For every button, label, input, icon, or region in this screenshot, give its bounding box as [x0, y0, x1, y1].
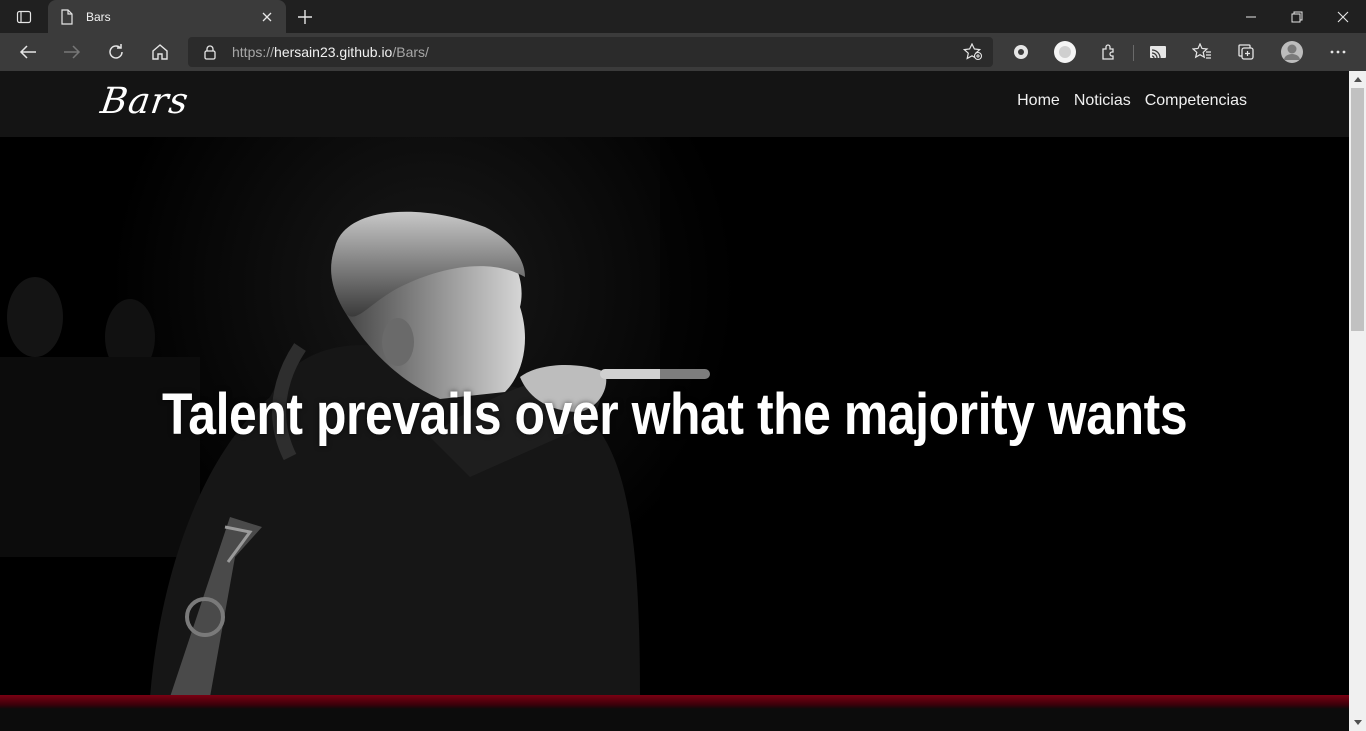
site-logo[interactable]: Bars: [98, 81, 191, 122]
favorites-icon[interactable]: [1187, 38, 1217, 66]
tab-actions-icon[interactable]: [10, 6, 38, 28]
home-icon[interactable]: [145, 38, 175, 66]
browser-tab-bar: Bars: [0, 0, 1366, 33]
add-favorite-icon[interactable]: [963, 43, 983, 61]
extension-icon[interactable]: [1006, 38, 1036, 66]
hero-section: Talent prevails over what the majority w…: [0, 137, 1349, 697]
browser-toolbar: https://hersain23.github.io/Bars/: [0, 33, 1366, 71]
profile-extension-icon[interactable]: [1050, 38, 1080, 66]
tab-title: Bars: [86, 9, 111, 24]
forward-icon[interactable]: [57, 38, 87, 66]
minimize-icon[interactable]: [1228, 0, 1274, 33]
nav-link-noticias[interactable]: Noticias: [1074, 92, 1131, 110]
site-nav: Home Noticias Competencias: [1017, 92, 1247, 110]
window-controls: [1228, 0, 1366, 33]
site-navbar: Bars Home Noticias Competencias: [0, 71, 1349, 137]
hero-divider-band: [0, 695, 1349, 709]
browser-tab[interactable]: Bars: [48, 0, 286, 33]
new-tab-icon[interactable]: [292, 4, 318, 30]
page-scrollbar[interactable]: [1349, 71, 1366, 731]
page-viewport: Bars Home Noticias Competencias Talent p…: [0, 71, 1349, 731]
collections-icon[interactable]: [1231, 38, 1261, 66]
scroll-up-icon[interactable]: [1349, 71, 1366, 88]
hero-headline: Talent prevails over what the majority w…: [161, 382, 1188, 447]
nav-link-competencias[interactable]: Competencias: [1145, 92, 1247, 110]
scrollbar-thumb[interactable]: [1351, 88, 1364, 331]
avatar[interactable]: [1277, 38, 1307, 66]
url-host: hersain23.github.io: [274, 44, 393, 60]
address-bar[interactable]: https://hersain23.github.io/Bars/: [188, 37, 993, 67]
close-window-icon[interactable]: [1320, 0, 1366, 33]
url-path: /Bars/: [392, 44, 429, 60]
nav-link-home[interactable]: Home: [1017, 92, 1060, 110]
back-icon[interactable]: [13, 38, 43, 66]
restore-icon[interactable]: [1274, 0, 1320, 33]
below-fold-section: [0, 709, 1349, 731]
lock-icon[interactable]: [202, 44, 218, 60]
toolbar-divider: [1133, 45, 1134, 61]
url-text[interactable]: https://hersain23.github.io/Bars/: [232, 44, 429, 60]
page-icon: [58, 8, 76, 26]
extensions-icon[interactable]: [1094, 38, 1124, 66]
close-tab-icon[interactable]: [258, 8, 276, 26]
url-scheme: https://: [232, 44, 275, 60]
more-menu-icon[interactable]: [1323, 38, 1353, 66]
refresh-icon[interactable]: [101, 38, 131, 66]
scroll-down-icon[interactable]: [1349, 714, 1366, 731]
cast-icon[interactable]: [1143, 38, 1173, 66]
